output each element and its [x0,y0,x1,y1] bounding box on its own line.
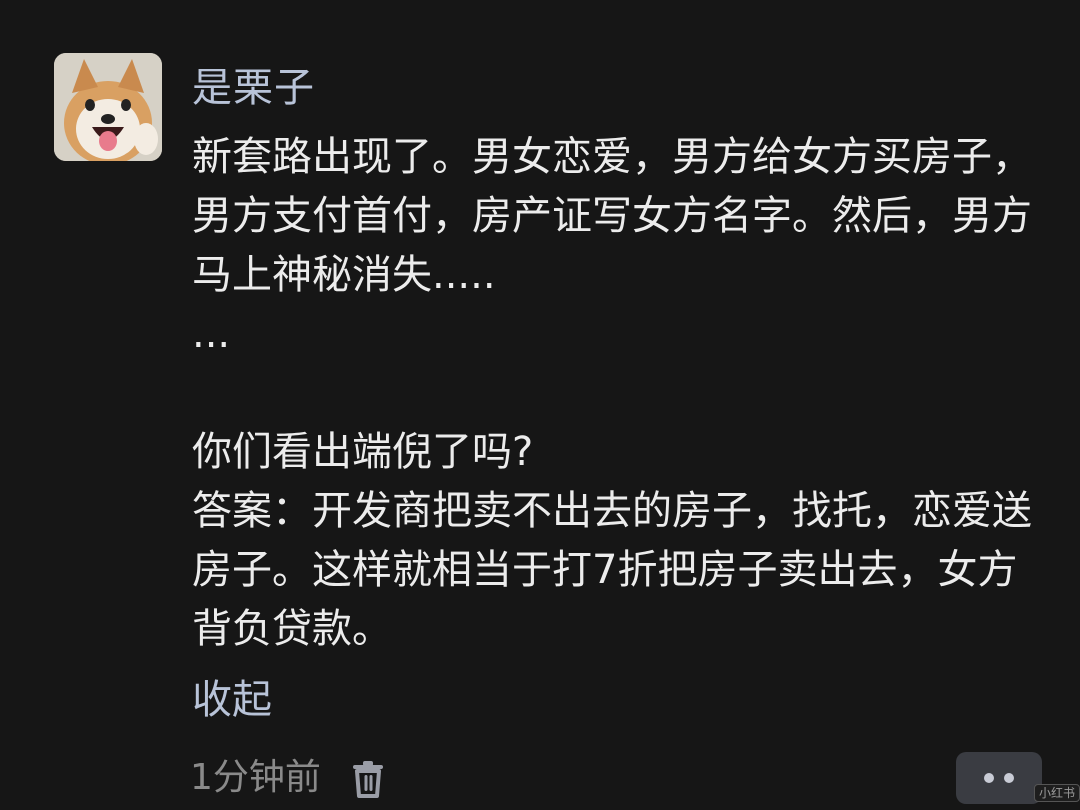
comment-paragraph: 答案：开发商把卖不出去的房子，找托，恋爱送房子。这样就相当于打7折把房子卖出去，… [192,488,1032,652]
comment-paragraph: 你们看出端倪了吗? [192,429,534,475]
avatar[interactable] [54,53,162,161]
timestamp: 1分钟前 [190,757,321,798]
dot [984,773,994,783]
more-dots-icon[interactable] [956,752,1042,804]
dot [1004,773,1014,783]
collapse-link[interactable]: 收起 [192,672,272,728]
shiba-dog-avatar-image [54,53,162,161]
comment-paragraph: ... [192,311,231,357]
username[interactable]: 是栗子 [192,60,315,116]
comment-paragraph: 新套路出现了。男女恋爱，男方给女方买房子，男方支付首付，房产证写女方名字。然后，… [192,134,1032,298]
comment-body: 新套路出现了。男女恋爱，男方给女方买房子，男方支付首付，房产证写女方名字。然后，… [192,128,1052,659]
trash-icon[interactable] [350,760,386,798]
watermark: 小红书 [1034,784,1080,802]
